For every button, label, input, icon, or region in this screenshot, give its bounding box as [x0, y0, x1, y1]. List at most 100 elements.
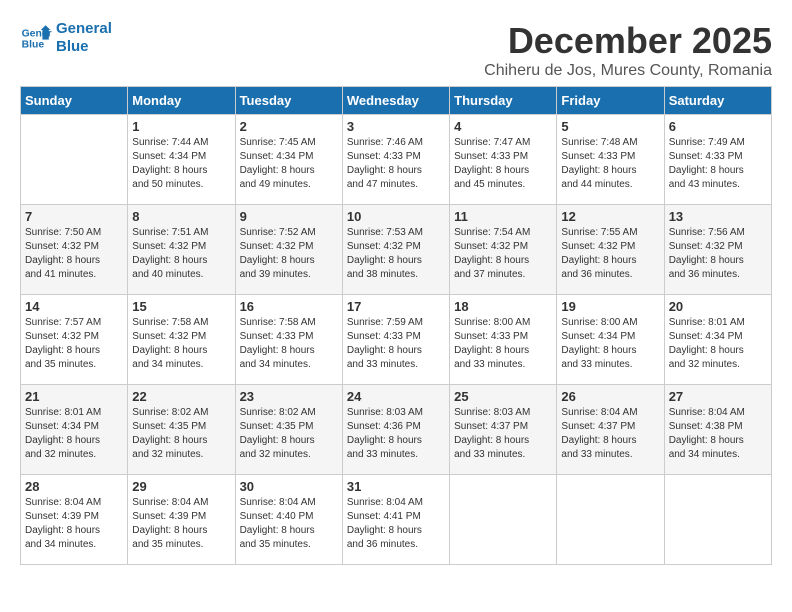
- day-info: Sunrise: 7:52 AM Sunset: 4:32 PM Dayligh…: [240, 226, 338, 282]
- weekday-header-cell: Thursday: [450, 87, 557, 115]
- day-number: 9: [240, 209, 338, 224]
- day-info: Sunrise: 7:46 AM Sunset: 4:33 PM Dayligh…: [347, 136, 445, 192]
- day-number: 5: [561, 119, 659, 134]
- day-info: Sunrise: 7:47 AM Sunset: 4:33 PM Dayligh…: [454, 136, 552, 192]
- day-number: 4: [454, 119, 552, 134]
- logo-text-line2: Blue: [56, 38, 112, 56]
- day-number: 7: [25, 209, 123, 224]
- day-number: 18: [454, 299, 552, 314]
- day-info: Sunrise: 7:57 AM Sunset: 4:32 PM Dayligh…: [25, 316, 123, 372]
- day-info: Sunrise: 7:55 AM Sunset: 4:32 PM Dayligh…: [561, 226, 659, 282]
- calendar-day-cell: 1 Sunrise: 7:44 AM Sunset: 4:34 PM Daylig…: [128, 115, 235, 205]
- day-number: 29: [132, 479, 230, 494]
- header: General Blue General Blue December 2025 …: [20, 20, 772, 80]
- day-number: 2: [240, 119, 338, 134]
- day-number: 17: [347, 299, 445, 314]
- logo: General Blue General Blue: [20, 20, 112, 56]
- calendar-week-row: 21 Sunrise: 8:01 AM Sunset: 4:34 PM Dayli…: [21, 385, 772, 475]
- day-info: Sunrise: 8:02 AM Sunset: 4:35 PM Dayligh…: [132, 406, 230, 462]
- calendar-day-cell: 10Sunrise: 7:53 AM Sunset: 4:32 PM Dayli…: [342, 205, 449, 295]
- calendar-day-cell: 25Sunrise: 8:03 AM Sunset: 4:37 PM Dayli…: [450, 385, 557, 475]
- day-info: Sunrise: 7:59 AM Sunset: 4:33 PM Dayligh…: [347, 316, 445, 372]
- calendar-day-cell: 21 Sunrise: 8:01 AM Sunset: 4:34 PM Dayli…: [21, 385, 128, 475]
- month-title: December 2025: [484, 20, 772, 62]
- calendar-day-cell: [21, 115, 128, 205]
- day-info: Sunrise: 7:49 AM Sunset: 4:33 PM Dayligh…: [669, 136, 767, 192]
- day-number: 27: [669, 389, 767, 404]
- day-info: Sunrise: 7:45 AM Sunset: 4:34 PM Dayligh…: [240, 136, 338, 192]
- day-number: 6: [669, 119, 767, 134]
- day-number: 21: [25, 389, 123, 404]
- day-number: 23: [240, 389, 338, 404]
- day-number: 16: [240, 299, 338, 314]
- day-info: Sunrise: 8:03 AM Sunset: 4:36 PM Dayligh…: [347, 406, 445, 462]
- calendar-day-cell: 8Sunrise: 7:51 AM Sunset: 4:32 PM Daylig…: [128, 205, 235, 295]
- day-number: 11: [454, 209, 552, 224]
- calendar-day-cell: 9 Sunrise: 7:52 AM Sunset: 4:32 PM Daylig…: [235, 205, 342, 295]
- calendar-day-cell: 7 Sunrise: 7:50 AM Sunset: 4:32 PM Daylig…: [21, 205, 128, 295]
- calendar-day-cell: 12 Sunrise: 7:55 AM Sunset: 4:32 PM Dayli…: [557, 205, 664, 295]
- day-number: 13: [669, 209, 767, 224]
- weekday-header-row: SundayMondayTuesdayWednesdayThursdayFrid…: [21, 87, 772, 115]
- calendar-body: 1 Sunrise: 7:44 AM Sunset: 4:34 PM Daylig…: [21, 115, 772, 565]
- day-number: 10: [347, 209, 445, 224]
- calendar-day-cell: 4 Sunrise: 7:47 AM Sunset: 4:33 PM Daylig…: [450, 115, 557, 205]
- day-info: Sunrise: 8:04 AM Sunset: 4:39 PM Dayligh…: [25, 496, 123, 552]
- calendar-day-cell: 16 Sunrise: 7:58 AM Sunset: 4:33 PM Dayli…: [235, 295, 342, 385]
- calendar-day-cell: 26Sunrise: 8:04 AM Sunset: 4:37 PM Dayli…: [557, 385, 664, 475]
- title-area: December 2025 Chiheru de Jos, Mures Coun…: [484, 20, 772, 80]
- day-info: Sunrise: 8:02 AM Sunset: 4:35 PM Dayligh…: [240, 406, 338, 462]
- day-number: 24: [347, 389, 445, 404]
- calendar-day-cell: 15 Sunrise: 7:58 AM Sunset: 4:32 PM Dayli…: [128, 295, 235, 385]
- day-number: 12: [561, 209, 659, 224]
- calendar-day-cell: [450, 475, 557, 565]
- calendar-day-cell: 17 Sunrise: 7:59 AM Sunset: 4:33 PM Dayli…: [342, 295, 449, 385]
- calendar-day-cell: 19 Sunrise: 8:00 AM Sunset: 4:34 PM Dayli…: [557, 295, 664, 385]
- day-number: 14: [25, 299, 123, 314]
- day-number: 28: [25, 479, 123, 494]
- calendar-day-cell: 14 Sunrise: 7:57 AM Sunset: 4:32 PM Dayli…: [21, 295, 128, 385]
- day-info: Sunrise: 8:01 AM Sunset: 4:34 PM Dayligh…: [25, 406, 123, 462]
- calendar-day-cell: 3Sunrise: 7:46 AM Sunset: 4:33 PM Daylig…: [342, 115, 449, 205]
- day-number: 25: [454, 389, 552, 404]
- calendar-day-cell: 29Sunrise: 8:04 AM Sunset: 4:39 PM Dayli…: [128, 475, 235, 565]
- weekday-header-cell: Wednesday: [342, 87, 449, 115]
- calendar-day-cell: 18 Sunrise: 8:00 AM Sunset: 4:33 PM Dayli…: [450, 295, 557, 385]
- day-number: 1: [132, 119, 230, 134]
- day-number: 31: [347, 479, 445, 494]
- day-info: Sunrise: 7:48 AM Sunset: 4:33 PM Dayligh…: [561, 136, 659, 192]
- day-info: Sunrise: 8:04 AM Sunset: 4:38 PM Dayligh…: [669, 406, 767, 462]
- svg-text:Blue: Blue: [22, 40, 45, 51]
- day-number: 15: [132, 299, 230, 314]
- calendar-day-cell: 24 Sunrise: 8:03 AM Sunset: 4:36 PM Dayli…: [342, 385, 449, 475]
- calendar-table: SundayMondayTuesdayWednesdayThursdayFrid…: [20, 86, 772, 565]
- calendar-day-cell: 30 Sunrise: 8:04 AM Sunset: 4:40 PM Dayli…: [235, 475, 342, 565]
- day-number: 19: [561, 299, 659, 314]
- day-info: Sunrise: 8:04 AM Sunset: 4:41 PM Dayligh…: [347, 496, 445, 552]
- calendar-day-cell: 13 Sunrise: 7:56 AM Sunset: 4:32 PM Dayli…: [664, 205, 771, 295]
- day-info: Sunrise: 7:44 AM Sunset: 4:34 PM Dayligh…: [132, 136, 230, 192]
- day-info: Sunrise: 8:00 AM Sunset: 4:34 PM Dayligh…: [561, 316, 659, 372]
- calendar-day-cell: 5 Sunrise: 7:48 AM Sunset: 4:33 PM Daylig…: [557, 115, 664, 205]
- calendar-day-cell: 2 Sunrise: 7:45 AM Sunset: 4:34 PM Daylig…: [235, 115, 342, 205]
- day-number: 30: [240, 479, 338, 494]
- day-number: 20: [669, 299, 767, 314]
- calendar-week-row: 7 Sunrise: 7:50 AM Sunset: 4:32 PM Daylig…: [21, 205, 772, 295]
- day-info: Sunrise: 8:01 AM Sunset: 4:34 PM Dayligh…: [669, 316, 767, 372]
- weekday-header-cell: Monday: [128, 87, 235, 115]
- calendar-day-cell: 27 Sunrise: 8:04 AM Sunset: 4:38 PM Dayli…: [664, 385, 771, 475]
- calendar-day-cell: 22Sunrise: 8:02 AM Sunset: 4:35 PM Dayli…: [128, 385, 235, 475]
- calendar-day-cell: [557, 475, 664, 565]
- day-info: Sunrise: 8:04 AM Sunset: 4:40 PM Dayligh…: [240, 496, 338, 552]
- day-info: Sunrise: 7:56 AM Sunset: 4:32 PM Dayligh…: [669, 226, 767, 282]
- day-info: Sunrise: 7:50 AM Sunset: 4:32 PM Dayligh…: [25, 226, 123, 282]
- day-info: Sunrise: 7:58 AM Sunset: 4:32 PM Dayligh…: [132, 316, 230, 372]
- weekday-header-cell: Friday: [557, 87, 664, 115]
- calendar-day-cell: 6 Sunrise: 7:49 AM Sunset: 4:33 PM Daylig…: [664, 115, 771, 205]
- day-info: Sunrise: 8:00 AM Sunset: 4:33 PM Dayligh…: [454, 316, 552, 372]
- weekday-header-cell: Saturday: [664, 87, 771, 115]
- calendar-day-cell: 11Sunrise: 7:54 AM Sunset: 4:32 PM Dayli…: [450, 205, 557, 295]
- day-info: Sunrise: 7:58 AM Sunset: 4:33 PM Dayligh…: [240, 316, 338, 372]
- calendar-day-cell: 23 Sunrise: 8:02 AM Sunset: 4:35 PM Dayli…: [235, 385, 342, 475]
- day-info: Sunrise: 8:04 AM Sunset: 4:37 PM Dayligh…: [561, 406, 659, 462]
